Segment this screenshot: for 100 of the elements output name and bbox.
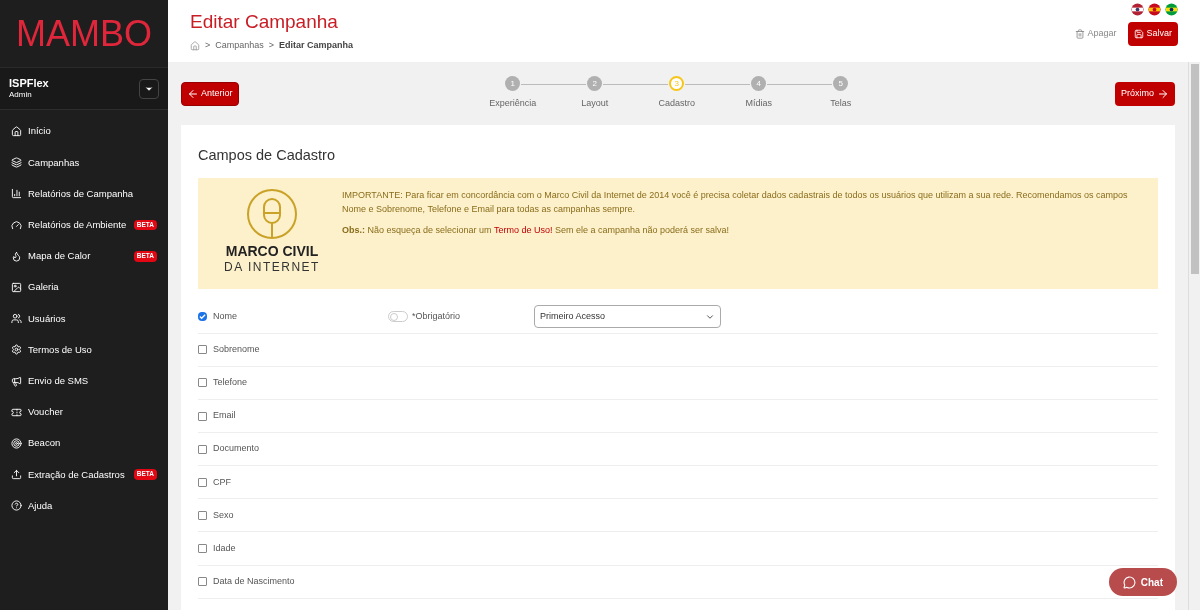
account-name: ISPFlex	[9, 76, 49, 91]
terms-link[interactable]: Termo de Uso!	[493, 224, 553, 235]
sidebar-item-label: Extração de Cadastros	[28, 467, 126, 482]
field-label: Email	[213, 409, 236, 423]
sidebar-item[interactable]: Início	[0, 116, 168, 148]
step-label: Layout	[581, 97, 609, 111]
sidebar-item[interactable]: Galeria	[0, 271, 168, 304]
flag-icon[interactable]	[1165, 3, 1178, 16]
checkbox[interactable]	[198, 411, 207, 421]
required-label: *Obrigatório	[412, 310, 461, 324]
select-field[interactable]: Primeiro Acesso	[534, 305, 721, 329]
sidebar-item-label: Beacon	[28, 436, 62, 451]
field-label: CPF	[213, 475, 231, 489]
breadcrumb-item: Editar Campanha	[279, 38, 354, 52]
logo[interactable]: MAMBO	[16, 15, 152, 52]
image-icon	[11, 282, 22, 294]
wizard-step[interactable]: 3 Cadastro	[644, 76, 710, 111]
gauge-icon	[11, 219, 22, 231]
arrow-left-icon	[187, 87, 199, 100]
sidebar-item[interactable]: Beacon	[0, 427, 168, 460]
chat-button[interactable]: Chat	[1108, 568, 1177, 596]
sidebar-item[interactable]: Voucher	[0, 396, 168, 428]
step-label: Experiência	[489, 97, 537, 111]
upload-icon	[11, 469, 22, 481]
wizard-step[interactable]: 2 Layout	[562, 76, 628, 111]
step-label: Mídias	[745, 97, 772, 111]
sidebar-item-label: Ajuda	[28, 498, 54, 513]
home-icon	[11, 126, 22, 138]
delete-button[interactable]: Apagar	[1075, 27, 1117, 41]
field-label: Data de Nascimento	[213, 574, 295, 588]
sidebar-item[interactable]: Relatórios de Campanha	[0, 178, 168, 210]
step-number: 1	[505, 76, 521, 92]
field-label: Sobrenome	[213, 343, 260, 357]
sidebar-item[interactable]: Campanhas	[0, 147, 168, 179]
page-title: Editar Campanha	[190, 10, 339, 34]
bar-chart-icon	[11, 188, 22, 200]
sidebar-item-label: Termos de Uso	[28, 342, 93, 357]
sidebar-item[interactable]: Usuários	[0, 303, 168, 335]
step-number: 5	[833, 76, 849, 92]
sidebar-item-label: Mapa de Calor	[28, 249, 92, 264]
ticket-icon	[11, 406, 22, 418]
step-number: 2	[587, 76, 603, 92]
previous-button[interactable]: Anterior	[181, 81, 239, 106]
wizard-step[interactable]: 5 Telas	[808, 76, 874, 111]
checkbox[interactable]	[198, 378, 207, 388]
sidebar-item-label: Campanhas	[28, 155, 81, 170]
sidebar-item-label: Relatórios de Ambiente	[28, 218, 128, 233]
wizard-step[interactable]: 4 Mídias	[726, 76, 792, 111]
notice-text: IMPORTANTE: Para ficar em concordância com o Marco Civil da Internet de 2014 você é precisa coletar dados cadastrais de todos os usuários que utilizam a sua rede. Recomendamos os campos Nome e Sobrenome, Telefone e Email para todas as campanhas sempre.	[342, 188, 1129, 216]
step-label: Telas	[830, 97, 852, 111]
account-role: Admin	[9, 90, 33, 101]
microphone-circle-icon	[246, 187, 298, 240]
checkbox[interactable]	[198, 510, 207, 520]
flag-icon[interactable]	[1148, 3, 1161, 16]
checkbox[interactable]	[198, 477, 207, 487]
sidebar-item[interactable]: Termos de Uso	[0, 334, 168, 366]
marco-civil-subtitle: DA INTERNET	[224, 260, 320, 276]
checkbox[interactable]	[198, 577, 207, 587]
next-button[interactable]: Próximo	[1115, 81, 1175, 106]
save-icon	[1134, 29, 1145, 39]
marco-civil-title: MARCO CIVIL	[225, 242, 319, 261]
field-label: Documento	[213, 442, 260, 456]
sidebar-item[interactable]: Ajuda	[0, 490, 168, 522]
home-icon[interactable]	[190, 40, 200, 51]
sidebar-item[interactable]: Envio de SMS	[0, 365, 168, 397]
sidebar-item-label: Voucher	[28, 405, 64, 420]
section-title: Campos de Cadastro	[198, 146, 336, 165]
checkbox[interactable]	[198, 444, 207, 454]
sidebar-item-label: Galeria	[28, 280, 60, 295]
checkbox[interactable]	[198, 345, 207, 355]
scrollbar[interactable]	[1188, 62, 1200, 610]
field-label: Idade	[213, 541, 236, 555]
users-icon	[11, 313, 22, 325]
settings-icon	[11, 344, 22, 356]
breadcrumb-separator: >	[268, 38, 275, 52]
target-icon	[11, 437, 22, 449]
wizard-step[interactable]: 1 Experiência	[480, 76, 546, 111]
sidebar-item-label: Usuários	[28, 311, 67, 326]
breadcrumb-separator: >	[205, 38, 211, 52]
save-button[interactable]: Salvar	[1128, 22, 1178, 46]
sidebar-item-label: Início	[28, 124, 52, 139]
layers-icon	[11, 157, 22, 169]
sidebar-item-label: Relatórios de Campanha	[28, 186, 135, 201]
flame-icon	[11, 250, 22, 262]
checkbox[interactable]	[198, 543, 207, 553]
checkbox[interactable]	[198, 312, 207, 322]
breadcrumb-item[interactable]: Campanhas	[215, 38, 264, 53]
sidebar-item-label: Envio de SMS	[28, 373, 90, 388]
step-number: 4	[751, 76, 767, 92]
toggle-switch[interactable]	[388, 311, 408, 323]
field-label: Nome	[213, 310, 237, 324]
account-dropdown-button[interactable]	[139, 78, 159, 99]
trash-icon	[1075, 29, 1086, 39]
notice-observation: Obs.: Não esqueça de selecionar um Termo de Uso! Sem ele a campanha não poderá ser salva!	[342, 223, 731, 237]
field-label: Telefone	[213, 376, 248, 390]
step-label: Cadastro	[658, 97, 695, 111]
help-icon	[11, 500, 22, 512]
megaphone-icon	[11, 375, 22, 387]
field-label: Sexo	[213, 508, 234, 522]
flag-icon[interactable]	[1131, 3, 1144, 16]
